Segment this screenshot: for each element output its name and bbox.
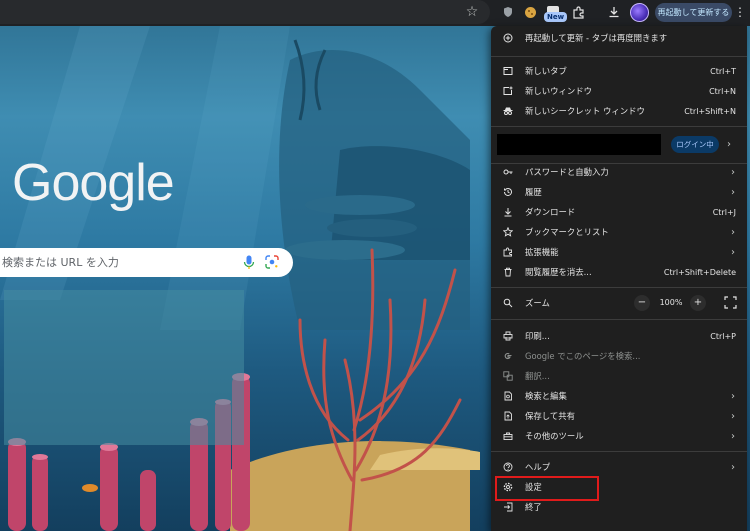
menu-divider [491, 319, 747, 320]
menu-divider [491, 451, 747, 452]
save-share-icon [491, 411, 525, 421]
trash-icon [491, 267, 525, 277]
history-icon [491, 187, 525, 197]
menu-item-history[interactable]: 履歴 › [491, 182, 747, 202]
download-icon[interactable] [605, 3, 623, 21]
shortcuts-panel-redacted [4, 290, 244, 445]
fullscreen-icon[interactable] [724, 296, 737, 309]
chevron-right-icon: › [731, 186, 735, 198]
download-icon [491, 207, 525, 217]
menu-item-new-tab[interactable]: 新しいタブ Ctrl+T [491, 61, 747, 81]
chevron-right-icon: › [731, 226, 735, 238]
address-bar[interactable] [0, 0, 490, 24]
update-icon [491, 33, 525, 43]
chevron-right-icon: › [731, 430, 735, 442]
toolbox-icon [491, 431, 525, 441]
menu-item-downloads[interactable]: ダウンロード Ctrl+J [491, 202, 747, 222]
menu-item-bookmarks[interactable]: ブックマークとリスト › [491, 222, 747, 242]
chevron-right-icon: › [731, 166, 735, 178]
translate-icon [491, 371, 525, 381]
menu-item-translate: 翻訳... [491, 366, 747, 386]
menu-item-passwords[interactable]: パスワードと自動入力 › [491, 162, 747, 182]
menu-item-restart-update[interactable]: 再起動して更新 - タブは再度開きます [491, 28, 747, 48]
chevron-right-icon: › [731, 461, 735, 473]
account-name-redacted[interactable] [497, 134, 661, 155]
menu-item-clear-data[interactable]: 閲覧履歴を消去... Ctrl+Shift+Delete [491, 262, 747, 282]
search-placeholder: 検索または URL を入力 [2, 256, 119, 269]
zoom-in-button[interactable]: + [690, 295, 706, 311]
settings-highlight-box [495, 476, 599, 501]
google-lens-icon[interactable] [265, 255, 279, 269]
menu-item-help[interactable]: ヘルプ › [491, 457, 747, 477]
zoom-magnifier-icon [491, 298, 525, 308]
extensions-puzzle-icon[interactable] [569, 3, 587, 21]
new-tab-icon [491, 66, 525, 76]
new-badge: New [544, 12, 568, 22]
chevron-right-icon: › [731, 390, 735, 402]
key-icon [491, 167, 525, 177]
microphone-icon[interactable] [243, 255, 255, 270]
star-icon [491, 227, 525, 237]
cookie-extension-icon[interactable] [521, 3, 539, 21]
menu-item-new-incognito[interactable]: 新しいシークレット ウィンドウ Ctrl+Shift+N [491, 101, 747, 121]
menu-divider [491, 126, 747, 127]
chevron-right-icon[interactable]: › [727, 136, 731, 153]
menu-item-print[interactable]: 印刷... Ctrl+P [491, 326, 747, 346]
profile-avatar[interactable] [630, 3, 649, 22]
ntp-search-box[interactable]: 検索または URL を入力 [0, 248, 293, 277]
exit-icon [491, 502, 525, 512]
chevron-right-icon: › [731, 410, 735, 422]
zoom-out-button[interactable]: − [634, 295, 650, 311]
chrome-main-menu: 再起動して更新 - タブは再度開きます 新しいタブ Ctrl+T 新しいウィンド… [491, 26, 747, 531]
zoom-level: 100% [659, 298, 683, 307]
restart-update-button[interactable]: 再起動して更新する [655, 3, 732, 22]
printer-icon [491, 331, 525, 341]
menu-item-extensions[interactable]: 拡張機能 › [491, 242, 747, 262]
menu-divider [491, 56, 747, 57]
new-window-icon [491, 86, 525, 96]
login-status-badge[interactable]: ログイン中 [671, 136, 719, 153]
menu-item-more-tools[interactable]: その他のツール › [491, 426, 747, 446]
find-document-icon [491, 391, 525, 401]
incognito-icon [491, 106, 525, 116]
menu-item-search-page: Google でこのページを検索... [491, 346, 747, 366]
help-icon [491, 462, 525, 472]
menu-divider [491, 287, 747, 288]
chevron-right-icon: › [731, 246, 735, 258]
google-logo: Google [12, 154, 175, 212]
menu-item-save-share[interactable]: 保存して共有 › [491, 406, 747, 426]
menu-kebab-icon[interactable]: ⋮ [733, 3, 747, 22]
extensions-puzzle-icon [491, 247, 525, 257]
google-g-icon [491, 351, 525, 361]
shield-extension-icon[interactable] [499, 3, 517, 21]
menu-item-zoom: ズーム [491, 293, 747, 313]
menu-item-new-window[interactable]: 新しいウィンドウ Ctrl+N [491, 81, 747, 101]
menu-item-find-edit[interactable]: 検索と編集 › [491, 386, 747, 406]
bookmark-star-icon[interactable]: ☆ [463, 3, 481, 21]
browser-toolbar: ☆ New 再起動して更新する ⋮ [0, 0, 750, 26]
